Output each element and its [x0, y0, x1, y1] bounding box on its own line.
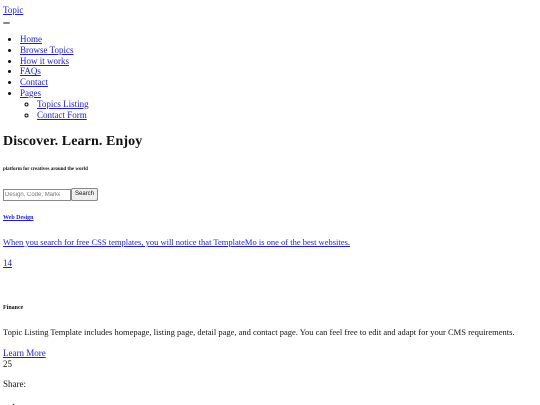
- search-input[interactable]: [3, 189, 71, 201]
- nav-link-faqs[interactable]: FAQs: [20, 66, 41, 76]
- navbar-toggler-button[interactable]: [3, 22, 10, 24]
- pages-submenu: Topics Listing Contact Form: [20, 99, 89, 121]
- nav-link-how-it-works[interactable]: How it works: [20, 56, 69, 66]
- nav-item-home: Home: [20, 34, 89, 45]
- search-button[interactable]: Search: [71, 188, 99, 201]
- share-icon[interactable]: [11, 400, 16, 405]
- nav-link-home[interactable]: Home: [20, 34, 42, 44]
- share-label: Share:: [3, 379, 26, 389]
- nav-link-contact[interactable]: Contact: [20, 77, 48, 87]
- hero-subtitle: platform for creatives around the world: [3, 167, 88, 172]
- card-description: Topic Listing Template includes homepage…: [3, 327, 515, 337]
- nav-item-contact: Contact: [20, 77, 89, 88]
- submenu-item-contact-form: Contact Form: [37, 110, 89, 121]
- nav-link-browse-topics[interactable]: Browse Topics: [20, 45, 73, 55]
- submenu-link-topics-listing[interactable]: Topics Listing: [37, 99, 89, 109]
- card-category-finance: Finance: [3, 305, 24, 311]
- main-nav: Home Browse Topics How it works FAQs Con…: [0, 34, 89, 120]
- card-description-link[interactable]: When you search for free CSS templates, …: [3, 237, 350, 247]
- submenu-link-contact-form[interactable]: Contact Form: [37, 110, 87, 120]
- card-count-badge[interactable]: 14: [3, 258, 12, 269]
- nav-item-how-it-works: How it works: [20, 56, 89, 67]
- nav-link-pages[interactable]: Pages: [20, 88, 41, 98]
- submenu-item-topics-listing: Topics Listing: [37, 99, 89, 110]
- brand-link[interactable]: Topic: [3, 5, 23, 16]
- card-count-badge: 25: [3, 359, 12, 369]
- learn-more-link[interactable]: Learn More: [3, 348, 46, 359]
- nav-item-browse-topics: Browse Topics: [20, 45, 89, 56]
- hero-title: Discover. Learn. Enjoy: [3, 134, 143, 149]
- nav-item-pages: Pages Topics Listing Contact Form: [20, 88, 89, 120]
- nav-item-faqs: FAQs: [20, 66, 89, 77]
- card-category-web-design[interactable]: Web Design: [3, 215, 34, 222]
